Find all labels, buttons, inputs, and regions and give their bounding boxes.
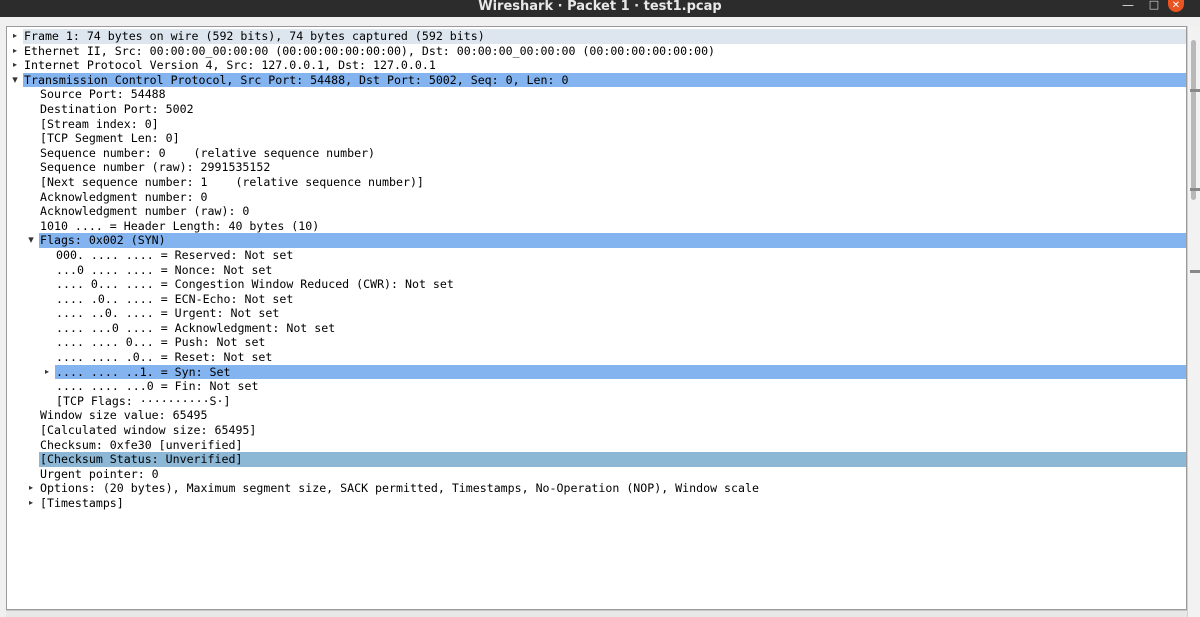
scrollbar-thumb[interactable] bbox=[1191, 40, 1196, 200]
tree-row[interactable]: ▸ Internet Protocol Version 4, Src: 127.0… bbox=[7, 58, 1186, 73]
tree-row[interactable]: 000. .... .... = Reserved: Not set bbox=[7, 247, 1186, 263]
chevron-right-icon[interactable]: ▸ bbox=[10, 44, 20, 59]
tree-row-label: [Next sequence number: 1 (relative seque… bbox=[40, 174, 424, 189]
tree-row[interactable]: .... .0.. .... = ECN-Echo: Not set bbox=[7, 291, 1186, 307]
chevron-right-icon[interactable]: ▸ bbox=[10, 58, 20, 73]
tree-row[interactable]: [Checksum Status: Unverified] bbox=[7, 452, 1186, 467]
row-highlight bbox=[39, 131, 1186, 146]
tree-row[interactable]: [TCP Flags: ··········S·] bbox=[7, 393, 1186, 409]
row-highlight bbox=[39, 496, 1186, 511]
tree-row[interactable]: Window size value: 65495 bbox=[7, 408, 1186, 423]
tree-row-label: [Calculated window size: 65495] bbox=[40, 423, 257, 438]
row-highlight bbox=[39, 190, 1186, 205]
tree-row[interactable]: .... ...0 .... = Acknowledgment: Not set bbox=[7, 320, 1186, 336]
tree-row-label: 1010 .... = Header Length: 40 bytes (10) bbox=[40, 218, 320, 233]
tree-row-label: Source Port: 54488 bbox=[40, 87, 166, 102]
chevron-down-icon[interactable]: ▾ bbox=[10, 73, 20, 88]
tree-row[interactable]: [TCP Segment Len: 0] bbox=[7, 131, 1186, 146]
tree-row[interactable]: ▸ [Timestamps] bbox=[7, 496, 1186, 511]
tree-row-label: Destination Port: 5002 bbox=[40, 101, 194, 116]
vertical-scrollbar[interactable] bbox=[1187, 26, 1200, 617]
tree-row-label: Acknowledgment number (raw): 0 bbox=[40, 204, 250, 219]
tree-row[interactable]: Urgent pointer: 0 bbox=[7, 466, 1186, 482]
tree-row[interactable]: [Calculated window size: 65495] bbox=[7, 423, 1186, 438]
tree-row[interactable]: ▸ Options: (20 bytes), Maximum segment si… bbox=[7, 481, 1186, 496]
minimize-icon[interactable]: — bbox=[1118, 0, 1138, 12]
row-highlight bbox=[39, 408, 1186, 423]
edge-marker bbox=[1190, 270, 1200, 273]
tree-row[interactable]: [Next sequence number: 1 (relative seque… bbox=[7, 174, 1186, 190]
tree-row[interactable]: Sequence number (raw): 2991535152 bbox=[7, 160, 1186, 175]
tree-row-label: Internet Protocol Version 4, Src: 127.0.… bbox=[24, 58, 436, 73]
tree-row-label: .... ..0. .... = Urgent: Not set bbox=[56, 306, 280, 321]
tree-row[interactable]: Destination Port: 5002 bbox=[7, 101, 1186, 117]
chevron-right-icon[interactable]: ▸ bbox=[26, 496, 36, 511]
tree-row-label: .... 0... .... = Congestion Window Reduc… bbox=[56, 277, 454, 292]
tree-row[interactable]: Sequence number: 0 (relative sequence nu… bbox=[7, 145, 1186, 161]
tree-row-label: Options: (20 bytes), Maximum segment siz… bbox=[40, 481, 759, 496]
tree-row-label: .... .... ..1. = Syn: Set bbox=[56, 364, 231, 379]
edge-marker bbox=[1190, 188, 1200, 191]
tree-row-label: .... .... .0.. = Reset: Not set bbox=[56, 350, 273, 365]
tree-row[interactable]: [Stream index: 0] bbox=[7, 116, 1186, 132]
chevron-right-icon[interactable]: ▸ bbox=[42, 365, 52, 380]
tree-row-label: 000. .... .... = Reserved: Not set bbox=[56, 247, 294, 262]
tree-row[interactable]: ▸ Frame 1: 74 bytes on wire (592 bits), 7… bbox=[7, 29, 1186, 44]
tree-row-label: .... ...0 .... = Acknowledgment: Not set bbox=[56, 320, 336, 335]
tree-row-label: [Stream index: 0] bbox=[40, 116, 159, 131]
tree-row-label: [Timestamps] bbox=[40, 496, 124, 510]
tree-row-label: [TCP Segment Len: 0] bbox=[40, 131, 180, 146]
tree-row-label: Window size value: 65495 bbox=[40, 408, 208, 423]
tree-row[interactable]: Acknowledgment number: 0 bbox=[7, 189, 1186, 205]
tree-row-label: .... .0.. .... = ECN-Echo: Not set bbox=[56, 291, 294, 306]
tree-row[interactable]: Acknowledgment number (raw): 0 bbox=[7, 204, 1186, 219]
tree-row[interactable]: ▾ Transmission Control Protocol, Src Port… bbox=[7, 72, 1186, 88]
row-highlight bbox=[39, 467, 1186, 482]
tree-row-label: Urgent pointer: 0 bbox=[40, 466, 159, 481]
tree-row[interactable]: Source Port: 54488 bbox=[7, 87, 1186, 102]
tree-rows: ▸ Frame 1: 74 bytes on wire (592 bits), 7… bbox=[7, 29, 1186, 511]
tree-row-label: Transmission Control Protocol, Src Port:… bbox=[24, 72, 569, 87]
tree-row-label: Ethernet II, Src: 00:00:00_00:00:00 (00:… bbox=[24, 43, 716, 58]
tree-row-label: [Checksum Status: Unverified] bbox=[40, 452, 243, 467]
tree-row[interactable]: .... 0... .... = Congestion Window Reduc… bbox=[7, 277, 1186, 292]
tree-row-label: Checksum: 0xfe30 [unverified] bbox=[40, 437, 243, 452]
tree-row[interactable]: ...0 .... .... = Nonce: Not set bbox=[7, 262, 1186, 278]
chevron-right-icon[interactable]: ▸ bbox=[26, 481, 36, 496]
tree-row[interactable]: 1010 .... = Header Length: 40 bytes (10) bbox=[7, 218, 1186, 234]
tree-row-label: [TCP Flags: ··········S·] bbox=[56, 393, 231, 408]
tree-row-label: Frame 1: 74 bytes on wire (592 bits), 74… bbox=[24, 29, 485, 43]
chevron-right-icon[interactable]: ▸ bbox=[10, 29, 20, 44]
tree-row[interactable]: .... .... ...0 = Fin: Not set bbox=[7, 379, 1186, 394]
tree-row-label: Sequence number (raw): 2991535152 bbox=[40, 160, 271, 175]
tree-row-label: .... .... ...0 = Fin: Not set bbox=[56, 379, 259, 394]
window-titlebar: Wireshark · Packet 1 · test1.pcap — □ ✕ bbox=[0, 0, 1200, 17]
window-title: Wireshark · Packet 1 · test1.pcap bbox=[478, 0, 722, 14]
tree-row-label: Acknowledgment number: 0 bbox=[40, 189, 208, 204]
tree-row-label: Flags: 0x002 (SYN) bbox=[40, 233, 166, 248]
tree-row-label: ...0 .... .... = Nonce: Not set bbox=[56, 262, 273, 277]
tree-row[interactable]: .... .... .0.. = Reset: Not set bbox=[7, 350, 1186, 365]
tree-row[interactable]: ▾ Flags: 0x002 (SYN) bbox=[7, 233, 1186, 248]
row-highlight bbox=[39, 117, 1186, 132]
row-highlight bbox=[39, 87, 1186, 102]
tree-row[interactable]: ▸ Ethernet II, Src: 00:00:00_00:00:00 (00… bbox=[7, 43, 1186, 59]
chevron-down-icon[interactable]: ▾ bbox=[26, 233, 36, 248]
packet-details-tree[interactable]: ▸ Frame 1: 74 bytes on wire (592 bits), 7… bbox=[6, 26, 1187, 610]
horizontal-scrollbar[interactable] bbox=[6, 610, 1187, 617]
maximize-icon[interactable]: □ bbox=[1144, 0, 1164, 12]
row-highlight bbox=[39, 102, 1186, 117]
tree-row[interactable]: ▸ .... .... ..1. = Syn: Set bbox=[7, 364, 1186, 380]
edge-marker bbox=[1190, 89, 1200, 92]
tree-row[interactable]: .... ..0. .... = Urgent: Not set bbox=[7, 306, 1186, 321]
tree-row[interactable]: .... .... 0... = Push: Not set bbox=[7, 335, 1186, 350]
tree-row-label: .... .... 0... = Push: Not set bbox=[56, 335, 266, 350]
tree-row[interactable]: Checksum: 0xfe30 [unverified] bbox=[7, 437, 1186, 453]
tree-row-label: Sequence number: 0 (relative sequence nu… bbox=[40, 145, 376, 160]
row-highlight bbox=[39, 233, 1186, 248]
